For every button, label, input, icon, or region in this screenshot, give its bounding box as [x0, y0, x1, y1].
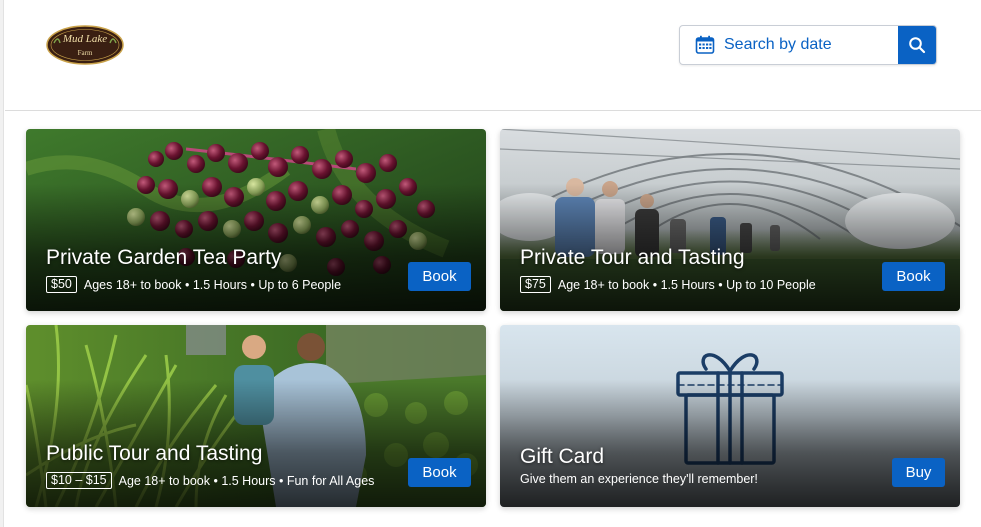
search-button[interactable]: [898, 26, 936, 64]
card-gift-card[interactable]: Gift Card Give them an experience they'l…: [500, 325, 960, 507]
price-badge: $75: [520, 276, 551, 293]
card-details: Ages 18+ to book • 1.5 Hours • Up to 6 P…: [83, 277, 342, 292]
card-meta: $50 Ages 18+ to book • 1.5 Hours • Up to…: [46, 276, 341, 293]
search-icon: [909, 37, 926, 54]
card-title: Private Tour and Tasting: [520, 246, 745, 269]
card-title: Gift Card: [520, 445, 605, 468]
card-details: Age 18+ to book • 1.5 Hours • Up to 10 P…: [557, 277, 816, 292]
book-button[interactable]: Book: [408, 458, 471, 487]
card-title: Public Tour and Tasting: [46, 442, 263, 465]
card-public-tour-and-tasting[interactable]: Public Tour and Tasting $10 – $15 Age 18…: [26, 325, 486, 507]
book-button[interactable]: Book: [408, 262, 471, 291]
book-button[interactable]: Book: [882, 262, 945, 291]
search-by-date: Search by date: [679, 25, 937, 65]
card-details: Age 18+ to book • 1.5 Hours • Fun for Al…: [118, 473, 375, 488]
card-private-tour-and-tasting[interactable]: Private Tour and Tasting $75 Age 18+ to …: [500, 129, 960, 311]
card-details: Give them an experience they'll remember…: [520, 472, 758, 486]
price-badge: $10 – $15: [46, 472, 112, 489]
site-header: Mud Lake Farm Search by date: [5, 0, 981, 111]
svg-text:Farm: Farm: [78, 49, 93, 57]
date-picker-field[interactable]: Search by date: [680, 26, 898, 64]
page-edge: [0, 0, 4, 527]
buy-button[interactable]: Buy: [892, 458, 945, 487]
calendar-icon: [695, 35, 715, 54]
card-meta: Give them an experience they'll remember…: [520, 472, 758, 486]
card-private-garden-tea-party[interactable]: Private Garden Tea Party $50 Ages 18+ to…: [26, 129, 486, 311]
card-meta: $10 – $15 Age 18+ to book • 1.5 Hours • …: [46, 472, 374, 489]
mud-lake-farm-logo[interactable]: Mud Lake Farm: [46, 25, 124, 65]
search-label: Search by date: [724, 36, 832, 53]
card-meta: $75 Age 18+ to book • 1.5 Hours • Up to …: [520, 276, 816, 293]
card-title: Private Garden Tea Party: [46, 246, 282, 269]
price-badge: $50: [46, 276, 77, 293]
svg-text:Mud Lake: Mud Lake: [62, 33, 107, 45]
